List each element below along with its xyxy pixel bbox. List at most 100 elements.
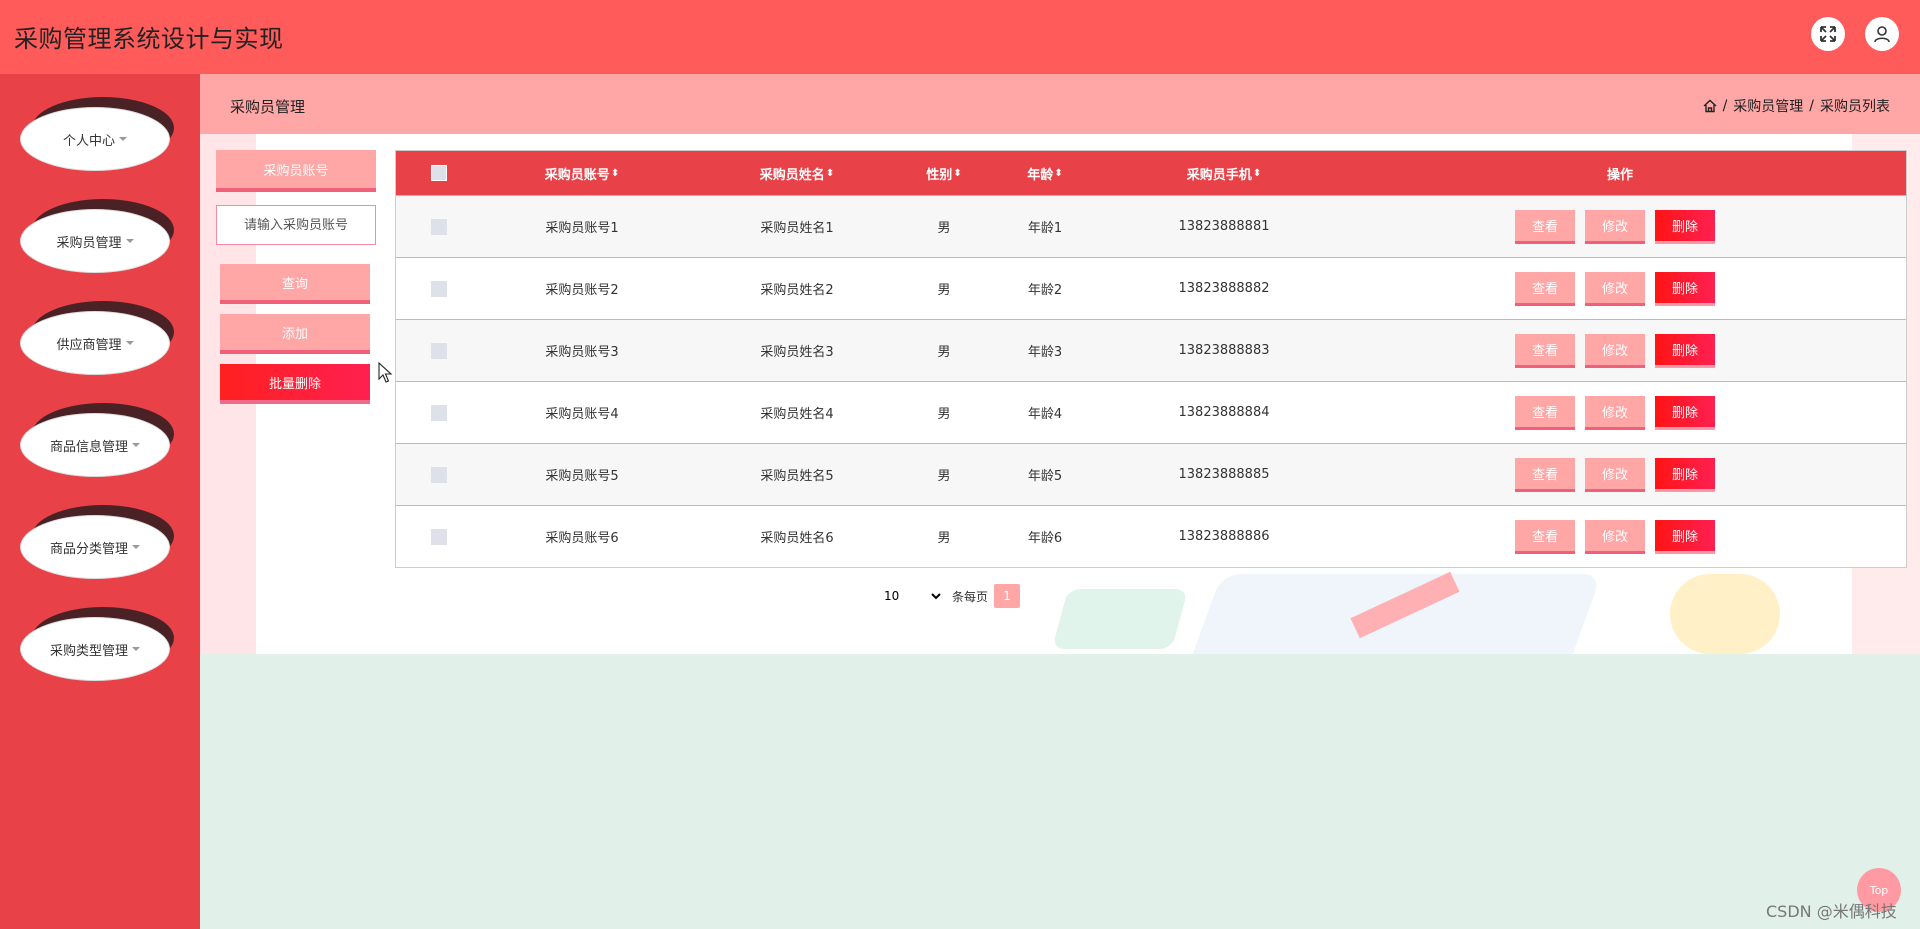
cell-name: 采购员姓名1 [760, 221, 834, 236]
header-label: 操作 [1606, 167, 1633, 183]
watermark: CSDN @米偶科技 [1766, 902, 1897, 921]
cell-age: 年龄6 [1027, 531, 1063, 546]
header-select-all-cell [396, 151, 482, 195]
sidebar-item-category-management[interactable]: 商品分类管理 [20, 505, 174, 581]
cell-age: 年龄4 [1027, 407, 1063, 422]
table-header: 采购员账号 ⬍ 采购员姓名 ⬍ 性别 ⬍ 年龄 ⬍ 采购员手机 ⬍ 操作 [396, 151, 1906, 195]
home-icon[interactable] [1703, 99, 1717, 113]
delete-button[interactable]: 删除 [1655, 457, 1715, 492]
add-button[interactable]: 添加 [220, 314, 370, 354]
cell-operations: 查看 修改 删除 [1334, 320, 1906, 381]
edit-button[interactable]: 修改 [1585, 271, 1645, 306]
cell-account: 采购员账号6 [545, 531, 619, 546]
page-number-current[interactable]: 1 [994, 584, 1021, 608]
cell-gender: 男 [937, 407, 951, 422]
sidebar: 个人中心 采购员管理 供应商管理 商品信息管理 商品分类管理 采购类型管理 [0, 74, 200, 929]
row-checkbox[interactable] [431, 342, 447, 359]
table-row: 采购员账号2 采购员姓名2 男 年龄2 13823888882 查看 修改 删除 [396, 257, 1906, 319]
delete-button[interactable]: 删除 [1655, 209, 1715, 244]
delete-button[interactable]: 删除 [1655, 333, 1715, 368]
sidebar-item-label: 采购员管理 [56, 235, 122, 251]
header-label: 性别 [926, 167, 953, 183]
row-checkbox[interactable] [431, 528, 447, 545]
select-all-checkbox[interactable] [431, 165, 447, 181]
breadcrumb-item[interactable]: 采购员管理 [1733, 96, 1803, 116]
row-checkbox[interactable] [431, 466, 447, 483]
sidebar-item-purchase-type-management[interactable]: 采购类型管理 [20, 607, 174, 683]
header-account[interactable]: 采购员账号 ⬍ [482, 151, 682, 195]
sort-icon: ⬍ [953, 167, 962, 179]
menu-oval[interactable]: 采购类型管理 [20, 617, 170, 681]
sidebar-item-label: 采购类型管理 [49, 643, 128, 659]
sidebar-item-supplier-management[interactable]: 供应商管理 [20, 301, 174, 377]
view-button[interactable]: 查看 [1515, 209, 1575, 244]
row-checkbox[interactable] [431, 218, 447, 235]
header-age[interactable]: 年龄 ⬍ [976, 151, 1114, 195]
sidebar-item-label: 供应商管理 [56, 337, 122, 353]
edit-button[interactable]: 修改 [1585, 457, 1645, 492]
cell-phone: 13823888882 [1178, 281, 1270, 296]
cell-gender: 男 [937, 345, 951, 360]
cell-age: 年龄2 [1027, 283, 1063, 298]
sidebar-item-product-info-management[interactable]: 商品信息管理 [20, 403, 174, 479]
cell-phone: 13823888884 [1178, 405, 1270, 420]
query-button[interactable]: 查询 [220, 264, 370, 304]
account-search-input[interactable] [216, 205, 376, 245]
page-size-select[interactable]: 10 [880, 584, 944, 608]
cell-name: 采购员姓名4 [760, 407, 834, 422]
view-button[interactable]: 查看 [1515, 333, 1575, 368]
cell-account: 采购员账号1 [545, 221, 619, 236]
cell-operations: 查看 修改 删除 [1334, 506, 1906, 567]
header-phone[interactable]: 采购员手机 ⬍ [1114, 151, 1334, 195]
delete-button[interactable]: 删除 [1655, 395, 1715, 430]
menu-oval[interactable]: 采购员管理 [20, 209, 170, 273]
edit-button[interactable]: 修改 [1585, 519, 1645, 554]
view-button[interactable]: 查看 [1515, 457, 1575, 492]
delete-button[interactable]: 删除 [1655, 271, 1715, 306]
sidebar-item-label: 商品分类管理 [49, 541, 128, 557]
view-button[interactable]: 查看 [1515, 271, 1575, 306]
top-bar: 采购管理系统设计与实现 [0, 0, 1920, 74]
menu-oval[interactable]: 供应商管理 [20, 311, 170, 375]
pagination: 10 条每页 1 [880, 584, 1021, 608]
cell-phone: 13823888886 [1178, 529, 1270, 544]
menu-oval[interactable]: 商品信息管理 [20, 413, 170, 477]
view-button[interactable]: 查看 [1515, 395, 1575, 430]
header-name[interactable]: 采购员姓名 ⬍ [682, 151, 912, 195]
edit-button[interactable]: 修改 [1585, 209, 1645, 244]
row-checkbox[interactable] [431, 404, 447, 421]
header-operations: 操作 [1334, 151, 1906, 195]
row-checkbox[interactable] [431, 280, 447, 297]
delete-button[interactable]: 删除 [1655, 519, 1715, 554]
header-label: 采购员手机 [1186, 167, 1252, 183]
sort-icon: ⬍ [610, 167, 620, 179]
app-title: 采购管理系统设计与实现 [14, 25, 284, 53]
menu-oval[interactable]: 个人中心 [20, 107, 170, 171]
cell-age: 年龄3 [1027, 345, 1063, 360]
menu-oval[interactable]: 商品分类管理 [20, 515, 170, 579]
background-decoration [1670, 574, 1780, 654]
per-page-label: 条每页 [952, 589, 989, 604]
sidebar-item-buyer-management[interactable]: 采购员管理 [20, 199, 174, 275]
header-gender[interactable]: 性别 ⬍ [912, 151, 976, 195]
cell-operations: 查看 修改 删除 [1334, 444, 1906, 505]
cell-account: 采购员账号3 [545, 345, 619, 360]
edit-button[interactable]: 修改 [1585, 395, 1645, 430]
cell-name: 采购员姓名2 [760, 283, 834, 298]
edit-button[interactable]: 修改 [1585, 333, 1645, 368]
user-button[interactable] [1865, 17, 1899, 51]
cell-operations: 查看 修改 删除 [1334, 382, 1906, 443]
sidebar-item-personal-center[interactable]: 个人中心 [20, 97, 174, 173]
fullscreen-button[interactable] [1811, 17, 1845, 51]
cell-gender: 男 [937, 221, 951, 236]
sort-icon: ⬍ [1252, 167, 1262, 179]
cell-account: 采购员账号5 [545, 469, 619, 484]
cell-phone: 13823888885 [1178, 467, 1270, 482]
view-button[interactable]: 查看 [1515, 519, 1575, 554]
caret-down-icon [125, 341, 134, 345]
content-panel: 采购员账号 查询 添加 批量删除 采购员账号⬍ 采购员姓名⬍ 性别⬍ 年龄⬍ 采… [200, 134, 1920, 654]
breadcrumb-separator: / [1722, 98, 1728, 114]
batch-delete-button[interactable]: 批量删除 [220, 364, 370, 404]
header-label: 采购员姓名 [759, 167, 825, 183]
table-row: 采购员账号6 采购员姓名6 男 年龄6 13823888886 查看 修改 删除 [396, 505, 1906, 567]
